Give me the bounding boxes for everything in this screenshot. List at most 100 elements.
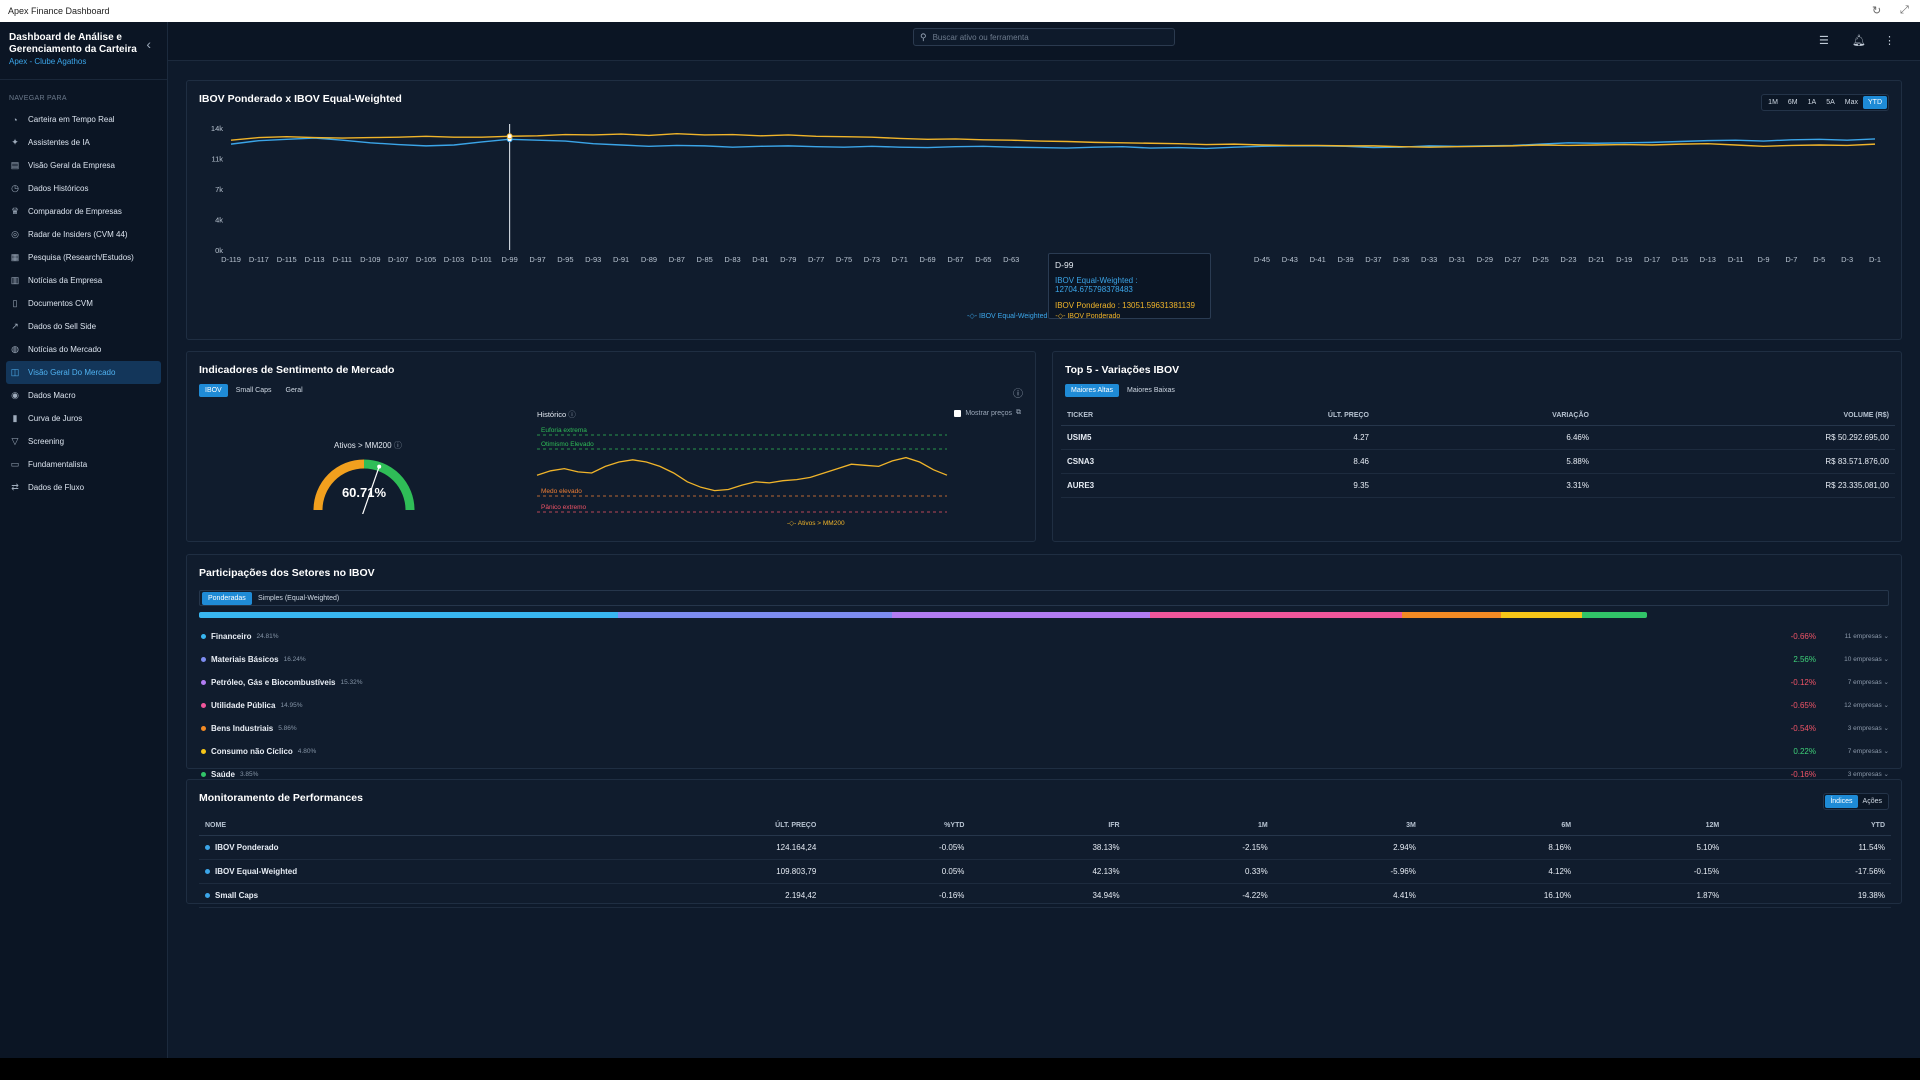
- sector-bar-segment[interactable]: [1582, 612, 1647, 618]
- info-icon[interactable]: ⓘ: [1013, 385, 1023, 400]
- tab-acoes[interactable]: Ações: [1858, 795, 1887, 808]
- hist-title: Histórico ⓘ: [537, 409, 576, 420]
- col-ticker[interactable]: TICKER: [1061, 407, 1175, 426]
- sector-share: 15.32%: [340, 678, 363, 686]
- sidebar-item-dados-macro[interactable]: ◉ Dados Macro: [6, 384, 161, 407]
- perf-col-header[interactable]: IFR: [970, 817, 1126, 836]
- sidebar-item-visao-geral-da-empresa[interactable]: ▤ Visão Geral da Empresa: [6, 154, 161, 177]
- sector-bar-segment[interactable]: [617, 612, 892, 618]
- perf-col-header[interactable]: 3M: [1273, 817, 1422, 836]
- sector-row[interactable]: Financeiro 24.81% -0.66% 11 empresas ⌄: [201, 627, 1889, 645]
- x-tick-label: D-93: [585, 255, 601, 264]
- tab-indices[interactable]: Índices: [1825, 795, 1858, 808]
- show-prices-toggle[interactable]: Mostrar preços ⧉: [954, 409, 1021, 417]
- sidebar-item-dados-de-fluxo[interactable]: ⇄ Dados de Fluxo: [6, 476, 161, 499]
- sidebar-item-comparador-de-empresas[interactable]: ♛ Comparador de Empresas: [6, 200, 161, 223]
- tab-ibov[interactable]: IBOV: [199, 384, 228, 397]
- sector-row[interactable]: Petróleo, Gás e Biocombustíveis 15.32% -0.…: [201, 673, 1889, 691]
- collapse-sidebar-icon[interactable]: ‹: [146, 36, 151, 52]
- sector-bar-segment[interactable]: [1149, 612, 1403, 618]
- x-tick-label: D-63: [1003, 255, 1019, 264]
- tab-maiores-altas[interactable]: Maiores Altas: [1065, 384, 1120, 397]
- perf-col-header[interactable]: %YTD: [822, 817, 971, 836]
- sidebar-item-noticias-da-empresa[interactable]: ▥ Notícias da Empresa: [6, 269, 161, 292]
- tab-ponderadas[interactable]: Ponderadas: [202, 592, 252, 605]
- col-volume[interactable]: VOLUME (R$): [1595, 407, 1895, 426]
- sector-count[interactable]: 10 empresas ⌄: [1844, 655, 1889, 663]
- table-row[interactable]: IBOV Ponderado 124.164,24 -0.05% 38.13% -2.1…: [199, 835, 1891, 860]
- sector-row[interactable]: Consumo não Cíclico 4.80% 0.22% 7 empresas …: [201, 742, 1889, 760]
- expand-icon[interactable]: ⧉: [1016, 409, 1021, 417]
- col-change[interactable]: VARIAÇÃO: [1375, 407, 1595, 426]
- bell-icon[interactable]: 🔔︎: [1852, 34, 1866, 47]
- perf-col-header[interactable]: 1M: [1125, 817, 1274, 836]
- tab-simples[interactable]: Simples (Equal-Weighted): [252, 592, 345, 605]
- table-row[interactable]: USIM5 4.27 6.46% R$ 50.292.695,00: [1061, 425, 1895, 450]
- sector-count[interactable]: 7 empresas ⌄: [1848, 747, 1889, 755]
- sector-color-dot: [201, 656, 206, 662]
- sidebar-item-visao-geral-do-mercado[interactable]: ◫ Visão Geral Do Mercado: [6, 361, 161, 384]
- hist-info-icon[interactable]: ⓘ: [568, 410, 576, 419]
- reload-icon[interactable]: ↻: [1872, 4, 1881, 17]
- legend-pond-label: IBOV Ponderado: [1067, 313, 1121, 320]
- series-line-ponderado[interactable]: [230, 132, 1876, 148]
- x-tick-label: D-113: [305, 255, 325, 264]
- perf-col-header[interactable]: NOME: [199, 817, 612, 836]
- chevron-down-icon: ⌄: [1881, 656, 1889, 663]
- sidebar-item-dados-do-sell-side[interactable]: ↗ Dados do Sell Side: [6, 315, 161, 338]
- sidebar-item-documentos-cvm[interactable]: ▯ Documentos CVM: [6, 292, 161, 315]
- history-line[interactable]: [536, 456, 948, 492]
- tab-maiores-baixas[interactable]: Maiores Baixas: [1121, 384, 1181, 397]
- sector-count[interactable]: 11 empresas ⌄: [1845, 632, 1889, 640]
- sector-count[interactable]: 7 empresas ⌄: [1848, 678, 1889, 686]
- sidebar-item-fundamentalista[interactable]: ▭ Fundamentalista: [6, 453, 161, 476]
- sidebar-item-radar-de-insiders-cvm-44[interactable]: ◎ Radar de Insiders (CVM 44): [6, 223, 161, 246]
- perf-col-header[interactable]: ÚLT. PREÇO: [611, 817, 823, 836]
- sector-bar-segment[interactable]: [1402, 612, 1502, 618]
- legend-pond[interactable]: -◇- IBOV Ponderado: [1055, 312, 1120, 320]
- sidebar-item-carteira-em-tempo-real[interactable]: ◔ Carteira em Tempo Real: [6, 108, 161, 131]
- perf-col-header[interactable]: 6M: [1421, 817, 1578, 836]
- sector-count[interactable]: 3 empresas ⌄: [1848, 770, 1889, 778]
- sector-count[interactable]: 3 empresas ⌄: [1848, 724, 1889, 732]
- table-row[interactable]: AURE3 9.35 3.31% R$ 23.335.081,00: [1061, 473, 1895, 498]
- sidebar-item-curva-de-juros[interactable]: ▮ Curva de Juros: [6, 407, 161, 430]
- sidebar-item-assistentes-de-ia[interactable]: ✦ Assistentes de IA: [6, 131, 161, 154]
- sidebar: Dashboard de Análise e Gerenciamento da …: [0, 22, 168, 1058]
- sector-bar-segment[interactable]: [199, 612, 618, 618]
- show-prices-checkbox[interactable]: [954, 409, 962, 417]
- fullscreen-icon[interactable]: ⤢: [1900, 4, 1909, 17]
- show-prices-label: Mostrar preços: [965, 409, 1012, 417]
- ibov-line-chart[interactable]: 0k 4k 7k 11k 14k D-119 D-117 D-115 D-113 D-111 D-1…: [187, 81, 1903, 341]
- sidebar-item-noticias-do-mercado[interactable]: ◍ Notícias do Mercado: [6, 338, 161, 361]
- sidebar-item-label: Notícias do Mercado: [28, 345, 102, 354]
- sector-row[interactable]: Bens Industriais 5.86% -0.54% 3 empresas ⌄: [201, 719, 1889, 737]
- sector-row[interactable]: Utilidade Pública 14.95% -0.65% 12 empresas…: [201, 696, 1889, 714]
- col-price[interactable]: ÚLT. PREÇO: [1175, 407, 1375, 426]
- legend-ew[interactable]: -◇- IBOV Equal-Weighted: [967, 312, 1047, 320]
- table-row[interactable]: Small Caps 2.194,42 -0.16% 34.94% -4.22% 4.41…: [199, 883, 1891, 908]
- top5-card: Top 5 - Variações IBOV Maiores Altas Mai…: [1052, 351, 1902, 542]
- series-line-ew[interactable]: [230, 137, 1876, 150]
- sector-bar-segment[interactable]: [891, 612, 1150, 618]
- tab-small-caps[interactable]: Small Caps: [230, 384, 278, 397]
- gauge-info-icon[interactable]: ⓘ: [394, 441, 402, 450]
- table-row[interactable]: CSNA3 8.46 5.88% R$ 83.571.876,00: [1061, 449, 1895, 474]
- document-icon: ▦: [10, 252, 20, 262]
- perf-col-header[interactable]: 12M: [1577, 817, 1726, 836]
- perf-cell-m3: -5.96%: [1273, 859, 1422, 884]
- perf-col-header[interactable]: YTD: [1725, 817, 1891, 836]
- sidebar-item-pesquisa-research-estudos[interactable]: ▦ Pesquisa (Research/Estudos): [6, 246, 161, 269]
- hist-legend-label: Ativos > MM200: [797, 520, 845, 527]
- table-row[interactable]: IBOV Equal-Weighted 109.803,79 0.05% 42.13%…: [199, 859, 1891, 884]
- more-vertical-icon[interactable]: ⋮: [1884, 34, 1895, 47]
- tab-geral[interactable]: Geral: [280, 384, 309, 397]
- search-input[interactable]: ⚲ Buscar ativo ou ferramenta: [913, 28, 1175, 46]
- menu-icon[interactable]: ☰: [1819, 34, 1829, 47]
- top5-tabs: Maiores Altas Maiores Baixas: [1065, 384, 1181, 397]
- sector-row[interactable]: Materiais Básicos 16.24% 2.56% 10 empresas …: [201, 650, 1889, 668]
- sidebar-item-dados-historicos[interactable]: ◷ Dados Históricos: [6, 177, 161, 200]
- sector-bar-segment[interactable]: [1501, 612, 1583, 618]
- sector-count[interactable]: 12 empresas ⌄: [1844, 701, 1889, 709]
- sidebar-item-screening[interactable]: ▽ Screening: [6, 430, 161, 453]
